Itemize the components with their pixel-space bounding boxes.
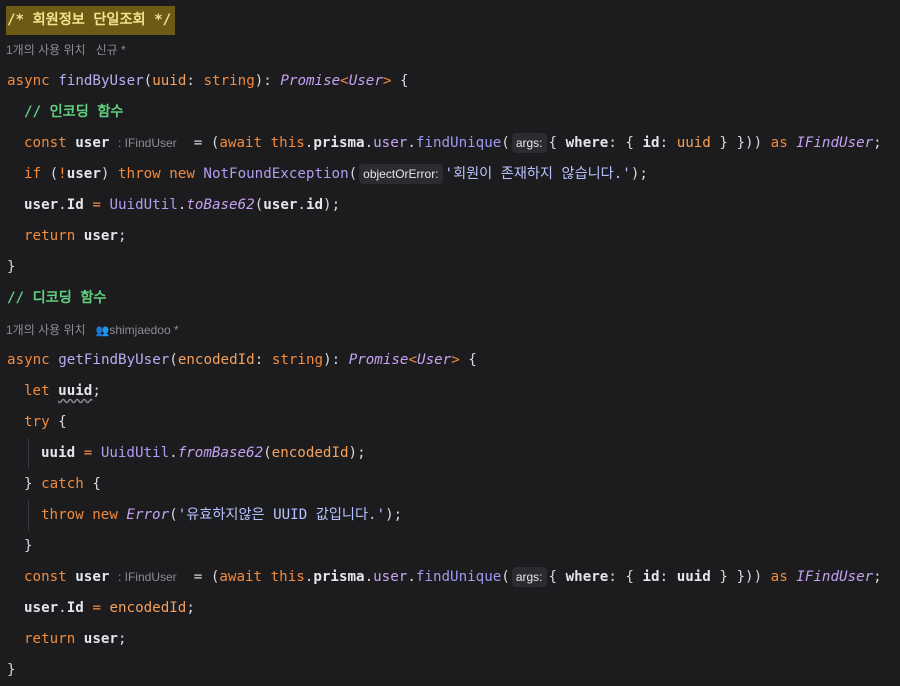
code-line-19[interactable]: } bbox=[7, 655, 16, 686]
code-line-16[interactable]: const user : IFindUser = (await this.pri… bbox=[24, 562, 882, 593]
code-line-10[interactable]: let uuid; bbox=[24, 376, 101, 407]
code-line-15[interactable]: } bbox=[24, 531, 33, 562]
indent-guide bbox=[28, 438, 29, 469]
code-line-7[interactable]: } bbox=[7, 252, 16, 283]
code-line-14[interactable]: throw new Error('유효하지않은 UUID 값입니다.'); bbox=[41, 500, 402, 531]
param-hint-objectOrError: objectOrError: bbox=[359, 164, 443, 184]
author-label[interactable]: 신규 * bbox=[96, 43, 126, 57]
code-line-18[interactable]: return user; bbox=[24, 624, 127, 655]
code-line-13[interactable]: } catch { bbox=[24, 469, 101, 500]
code-line-5[interactable]: user.Id = UuidUtil.toBase62(user.id); bbox=[24, 190, 340, 221]
usage-count[interactable]: 1개의 사용 위치 bbox=[6, 43, 86, 57]
people-icon: 👥 bbox=[95, 325, 110, 337]
code-line-1[interactable]: async findByUser(uuid: string): Promise<… bbox=[7, 66, 409, 97]
usage-count[interactable]: 1개의 사용 위치 bbox=[6, 323, 86, 337]
indent-guide bbox=[28, 500, 29, 531]
code-line-3[interactable]: const user : IFindUser = (await this.pri… bbox=[24, 128, 882, 159]
code-line-17[interactable]: user.Id = encodedId; bbox=[24, 593, 195, 624]
code-line-9[interactable]: async getFindByUser(encodedId: string): … bbox=[7, 345, 477, 376]
code-line-12[interactable]: uuid = UuidUtil.fromBase62(encodedId); bbox=[41, 438, 366, 469]
author-label[interactable]: shimjaedoo * bbox=[109, 323, 178, 337]
code-lens-2[interactable]: 1개의 사용 위치 👥shimjaedoo * bbox=[6, 320, 179, 340]
header-comment: /* 회원정보 단일조회 */ bbox=[6, 6, 176, 35]
comment-encode: // 인코딩 함수 bbox=[24, 104, 124, 120]
function-name: findByUser bbox=[58, 73, 144, 89]
code-line-11[interactable]: try { bbox=[24, 407, 67, 438]
code-line-6[interactable]: return user; bbox=[24, 221, 127, 252]
param-hint-args: args: bbox=[511, 133, 547, 153]
comment-decode: // 디코딩 함수 bbox=[7, 290, 107, 306]
type-hint: : IFindUser bbox=[117, 136, 177, 150]
code-lens-1[interactable]: 1개의 사용 위치 신규 * bbox=[6, 40, 126, 60]
code-line-4[interactable]: if (!user) throw new NotFoundException(o… bbox=[24, 159, 648, 190]
